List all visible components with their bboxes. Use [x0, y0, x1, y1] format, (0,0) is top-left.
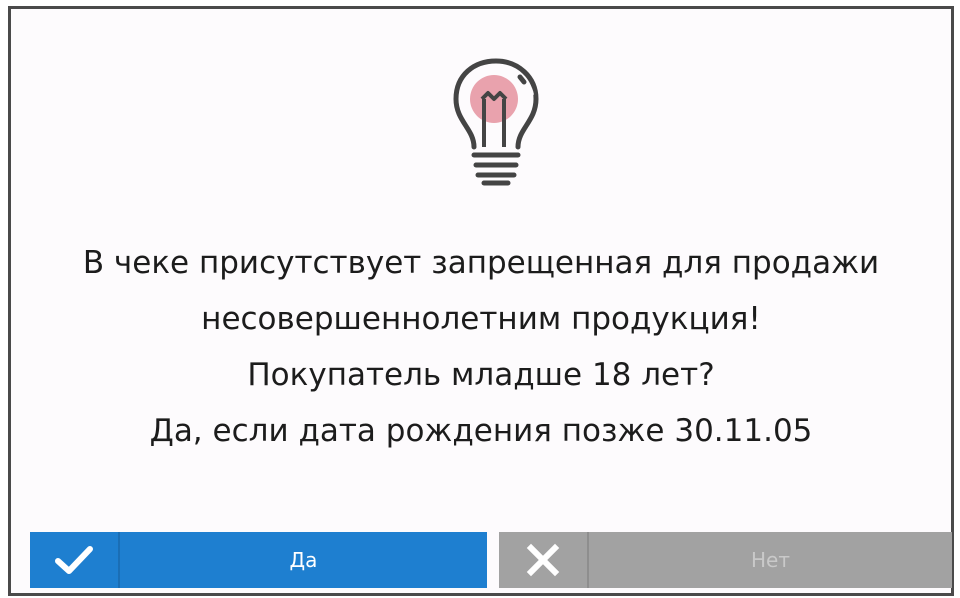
message-line: несовершеннолетним продукция!: [201, 301, 761, 337]
message-line: Покупатель младше 18 лет?: [247, 357, 715, 393]
message-line: Да, если дата рождения позже 30.11.05: [149, 413, 813, 449]
dialog-buttons: Да Нет: [30, 532, 952, 588]
yes-button-label: Да: [289, 548, 318, 572]
checkmark-icon: [30, 532, 120, 588]
no-button-label: Нет: [751, 548, 790, 572]
lightbulb-icon: [444, 55, 548, 199]
close-icon: [499, 532, 589, 588]
yes-button[interactable]: Да: [30, 532, 487, 588]
age-verification-dialog: В чеке присутствует запрещенная для прод…: [8, 6, 954, 596]
message-line: В чеке присутствует запрещенная для прод…: [82, 245, 880, 281]
no-button[interactable]: Нет: [499, 532, 952, 588]
dialog-message: В чеке присутствует запрещенная для прод…: [11, 235, 951, 459]
